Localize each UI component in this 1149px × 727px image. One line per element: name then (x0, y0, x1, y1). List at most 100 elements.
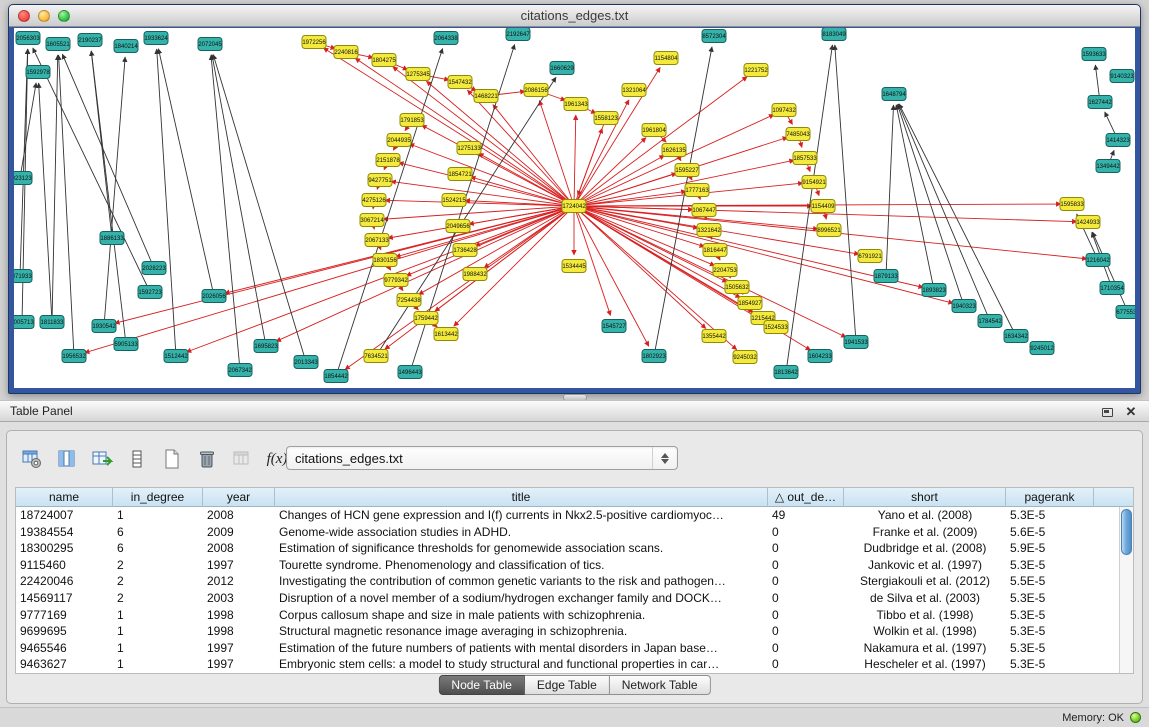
graph-node[interactable]: 1854927 (738, 297, 762, 310)
tab-node-table[interactable]: Node Table (438, 675, 525, 695)
table-cell[interactable]: Dudbridge et al. (2008) (844, 540, 1006, 557)
graph-node[interactable]: 7485043 (786, 128, 810, 141)
table-cell[interactable]: Estimation of the future numbers of pati… (275, 640, 768, 657)
table-panel-titlebar[interactable]: Table Panel ✕ (0, 400, 1149, 422)
graph-node[interactable]: 1930542 (92, 320, 116, 333)
graph-node[interactable]: 2067342 (228, 364, 252, 377)
table-cell[interactable]: Tibbo et al. (1998) (844, 607, 1006, 624)
graph-node[interactable]: 9154921 (802, 176, 826, 189)
table-cell[interactable]: Wolkin et al. (1998) (844, 623, 1006, 640)
graph-node[interactable]: 1816447 (703, 244, 727, 257)
graph-node[interactable]: 9427751 (368, 174, 392, 187)
table-row[interactable]: 911546021997Tourette syndrome. Phenomeno… (16, 557, 1119, 574)
table-cell[interactable]: 5.3E-5 (1006, 640, 1094, 657)
graph-node[interactable]: 1592978 (26, 66, 50, 79)
graph-node[interactable]: 2056303 (16, 32, 40, 45)
table-scrollbar[interactable] (1119, 507, 1133, 673)
graph-node[interactable]: 9140323 (1110, 70, 1134, 83)
graph-node[interactable]: 1154409 (811, 200, 835, 213)
graph-node[interactable]: 1660629 (550, 62, 574, 75)
network-table-select[interactable]: citations_edges.txt (286, 446, 678, 470)
graph-node[interactable]: 2240816 (334, 46, 358, 59)
graph-node[interactable]: 7634521 (364, 350, 388, 363)
table-cell[interactable]: Structural magnetic resonance image aver… (275, 623, 768, 640)
table-cell[interactable]: 0 (768, 623, 844, 640)
table-cell[interactable]: 5.3E-5 (1006, 656, 1094, 673)
table-cell[interactable]: 49 (768, 507, 844, 524)
table-cell[interactable]: Changes of HCN gene expression and I(f) … (275, 507, 768, 524)
table-settings-icon[interactable] (19, 446, 45, 472)
table-cell[interactable]: 1 (113, 507, 203, 524)
graph-node[interactable]: 1424933 (1076, 216, 1100, 229)
graph-node[interactable]: 2072045 (198, 38, 222, 51)
graph-node[interactable]: 1355442 (702, 330, 726, 343)
table-cell[interactable]: 0 (768, 607, 844, 624)
table-cell[interactable]: 2009 (203, 524, 275, 541)
graph-node[interactable]: 1154804 (654, 52, 678, 65)
table-cell[interactable]: 5.9E-5 (1006, 540, 1094, 557)
graph-node[interactable]: 1961804 (642, 124, 666, 137)
table-cell[interactable]: 1 (113, 640, 203, 657)
graph-node[interactable]: 2086156 (524, 84, 548, 97)
graph-node[interactable]: 9245012 (1030, 342, 1054, 355)
graph-node[interactable]: 1811833 (40, 316, 64, 329)
table-cell[interactable]: 0 (768, 640, 844, 657)
graph-node[interactable]: 1813642 (774, 366, 798, 379)
table-row[interactable]: 969969511998Structural magnetic resonanc… (16, 623, 1119, 640)
graph-node[interactable]: 1893823 (922, 284, 946, 297)
graph-node[interactable]: 8183049 (822, 28, 846, 41)
graph-node[interactable]: 1524215 (442, 194, 466, 207)
float-panel-icon[interactable] (1099, 404, 1115, 420)
graph-node[interactable]: 1545727 (602, 320, 626, 333)
table-cell[interactable]: Disruption of a novel member of a sodium… (275, 590, 768, 607)
table-row[interactable]: 2242004622012Investigating the contribut… (16, 573, 1119, 590)
graph-node[interactable]: 1524533 (764, 321, 788, 334)
table-row[interactable]: 1830029562008Estimation of significance … (16, 540, 1119, 557)
graph-node[interactable]: 1857533 (793, 152, 817, 165)
graph-node[interactable]: 2190237 (78, 34, 102, 47)
table-cell[interactable]: 5.3E-5 (1006, 557, 1094, 574)
graph-node[interactable]: 1736428 (453, 244, 477, 257)
graph-node[interactable]: 1496443 (398, 366, 422, 379)
graph-node[interactable]: 2005713 (14, 316, 34, 329)
column-header-in_degree[interactable]: in_degree (113, 488, 203, 507)
graph-node[interactable]: 1961343 (564, 98, 588, 111)
table-row[interactable]: 946362711997Embryonic stem cells: a mode… (16, 656, 1119, 673)
table-cell[interactable]: 9115460 (16, 557, 113, 574)
graph-node[interactable]: 1854721 (448, 168, 472, 181)
graph-node[interactable]: 1956532 (62, 350, 86, 363)
graph-node[interactable]: 1871933 (14, 270, 32, 283)
graph-node[interactable]: 2192647 (506, 28, 530, 41)
graph-node[interactable]: 1595833 (1060, 198, 1084, 211)
graph-node[interactable]: 1724042 (562, 200, 586, 213)
table-cell[interactable]: 9699695 (16, 623, 113, 640)
table-cell[interactable]: 1 (113, 623, 203, 640)
graph-node[interactable]: 2151878 (376, 154, 400, 167)
graph-node[interactable]: 1512442 (164, 350, 188, 363)
graph-node[interactable]: 1613442 (434, 328, 458, 341)
table-cell[interactable]: 9463627 (16, 656, 113, 673)
table-cell[interactable]: Investigating the contribution of common… (275, 573, 768, 590)
table-cell[interactable]: 6 (113, 540, 203, 557)
table-cell[interactable]: Stergiakouli et al. (2012) (844, 573, 1006, 590)
zoom-window-button[interactable] (58, 10, 70, 22)
graph-node[interactable]: 1534445 (562, 260, 586, 273)
graph-node[interactable]: 1791853 (400, 114, 424, 127)
table-cell[interactable]: 2 (113, 590, 203, 607)
graph-node[interactable]: 1933624 (144, 32, 168, 45)
table-cell[interactable]: 0 (768, 573, 844, 590)
graph-node[interactable]: 1988432 (463, 268, 487, 281)
graph-node[interactable]: 1627442 (1088, 96, 1112, 109)
table-cell[interactable]: 0 (768, 557, 844, 574)
network-canvas[interactable]: 2056303160552121902371840214193362420720… (14, 28, 1135, 388)
table-cell[interactable]: 14569117 (16, 590, 113, 607)
table-cell[interactable]: Nakamura et al. (1997) (844, 640, 1006, 657)
graph-node[interactable]: 3067214 (360, 214, 384, 227)
graph-node[interactable]: 1216042 (1086, 254, 1110, 267)
graph-node[interactable]: 1634342 (1004, 330, 1028, 343)
table-cell[interactable]: 5.3E-5 (1006, 623, 1094, 640)
graph-node[interactable]: 2064338 (434, 32, 458, 45)
table-cell[interactable]: Jankovic et al. (1997) (844, 557, 1006, 574)
table-row[interactable]: 1872400712008Changes of HCN gene express… (16, 507, 1119, 524)
table-cell[interactable]: de Silva et al. (2003) (844, 590, 1006, 607)
